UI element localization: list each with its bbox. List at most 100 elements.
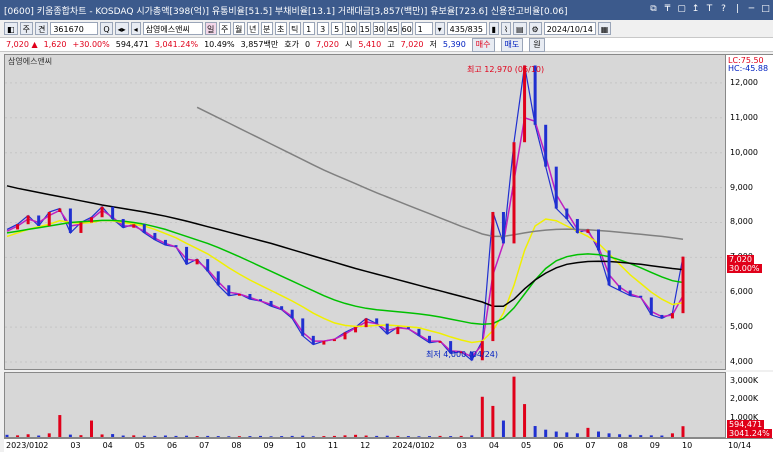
date-tick-label: 05 — [134, 441, 145, 450]
frame-icon[interactable]: ▢ — [676, 3, 687, 15]
volume-bar — [533, 426, 537, 437]
type-select[interactable]: 견 — [34, 22, 49, 35]
ask-price: 7,020 — [316, 40, 339, 49]
candle — [290, 309, 294, 319]
candle — [491, 212, 495, 342]
minute-30[interactable]: 30 — [372, 22, 385, 35]
volume-chart[interactable] — [4, 372, 726, 438]
period-tick[interactable]: 틱 — [288, 22, 301, 35]
count-input[interactable]: 1 — [414, 22, 433, 35]
date-tick-label: 06 — [553, 441, 564, 450]
calendar-icon[interactable]: ▦ — [597, 22, 612, 35]
minute-10[interactable]: 10 — [344, 22, 357, 35]
volume-axis: 3,000K 2,000K 1,000K 594,471 3041.24% — [726, 372, 773, 438]
quote-value: 0 — [304, 40, 311, 49]
date-tick-label: 02 — [38, 441, 49, 450]
period-week[interactable]: 주 — [218, 22, 231, 35]
help-icon[interactable]: ? — [718, 3, 729, 15]
top-icon[interactable]: ↥ — [690, 3, 701, 15]
price-change-pct: +30.00% — [72, 40, 110, 49]
candle — [396, 327, 400, 335]
gear-icon[interactable]: ⚙ — [528, 22, 542, 35]
date-tick-label: 04 — [102, 441, 113, 450]
current-pct-tag: 30.00% — [727, 264, 762, 273]
stock-name-field[interactable]: 삼영에스앤씨 — [142, 22, 203, 35]
speaker-icon[interactable]: ◂▸ — [114, 22, 129, 35]
series-ma240 — [196, 106, 684, 240]
candle — [639, 295, 643, 298]
pin-icon[interactable]: ₸ — [662, 3, 673, 15]
period-second[interactable]: 초 — [274, 22, 287, 35]
period-minute[interactable]: 분 — [260, 22, 273, 35]
volume-bar — [259, 435, 262, 437]
volume-bar — [491, 405, 495, 437]
quote-label: 호가 — [284, 40, 299, 49]
volume-bar — [343, 435, 347, 437]
dropdown-icon[interactable]: ▾ — [434, 22, 445, 35]
period-day[interactable]: 일 — [204, 22, 217, 35]
candle — [364, 318, 368, 328]
chart-title: 삼영에스앤씨 — [8, 57, 53, 66]
minute-3[interactable]: 3 — [316, 22, 329, 35]
volume-bar — [554, 431, 558, 437]
volume-bar — [121, 435, 125, 437]
buy-button[interactable]: 매수 — [471, 37, 495, 52]
candle — [501, 212, 505, 244]
sell-button[interactable]: 매도 — [500, 37, 524, 52]
series-ma120 — [6, 185, 684, 307]
minute-5[interactable]: 5 — [330, 22, 343, 35]
prev-icon[interactable]: ◂ — [130, 22, 141, 35]
candle — [417, 328, 421, 336]
candle — [586, 229, 590, 233]
font-icon[interactable]: T — [704, 3, 715, 15]
price-tick-label: 11,000 — [730, 112, 758, 122]
price-tick-label: 4,000 — [730, 357, 753, 367]
current-volume-tag: 594,471 — [727, 420, 765, 429]
minute-15[interactable]: 15 — [358, 22, 371, 35]
minute-45[interactable]: 45 — [386, 22, 399, 35]
search-icon[interactable]: Q — [100, 22, 113, 35]
volume-bar — [153, 435, 157, 437]
low-annotation: 최저 4,000 (04/24) — [426, 350, 499, 359]
window-titlebar: [0600] 키움종합차트 - KOSDAQ 시가총액[398(억)] 유통비율… — [0, 0, 773, 20]
volume-bar — [195, 436, 199, 437]
date-input[interactable]: 2024/10/14 — [543, 22, 596, 35]
candle — [259, 299, 262, 301]
range-field[interactable]: 435/835 — [446, 22, 487, 35]
date-tick-label: 08 — [617, 441, 628, 450]
candle — [438, 341, 442, 343]
price-chart[interactable]: 삼영에스앤씨 최고 12,970 (06/10) 최저 4,000 (04/24… — [4, 54, 726, 370]
date-tick-label: 03 — [70, 441, 81, 450]
volume-tick-label: 2,000K — [730, 394, 759, 404]
line-icon[interactable]: ⌇ — [501, 22, 511, 35]
mode-select[interactable]: 주 — [19, 22, 33, 35]
code-input[interactable]: 361670 — [50, 22, 99, 35]
period-month[interactable]: 월 — [232, 22, 245, 35]
volume-bar — [90, 420, 93, 437]
minute-1[interactable]: 1 — [302, 22, 315, 35]
date-tick-label: 07 — [199, 441, 210, 450]
extra-button[interactable]: 원 — [529, 37, 545, 52]
date-tick-label: 02 — [424, 441, 435, 450]
volume-bar — [406, 436, 410, 437]
series-close — [6, 65, 684, 362]
minute-60[interactable]: 60 — [400, 22, 413, 35]
volume-bar — [364, 435, 368, 437]
candle — [153, 232, 157, 240]
volume-bar — [216, 436, 220, 437]
minimize-icon[interactable]: ─ — [746, 3, 757, 15]
volume-bar — [100, 434, 104, 437]
layout-icon[interactable]: ◧ — [4, 22, 18, 35]
candle — [47, 212, 51, 226]
current-price-tag: 7,020 — [727, 255, 754, 264]
current-price: 7,020 ▲ — [6, 40, 38, 49]
restore-icon[interactable]: ⧉ — [648, 3, 659, 15]
candle-icon[interactable]: ▮ — [488, 22, 500, 35]
save-icon[interactable]: ▤ — [512, 22, 527, 35]
period-year[interactable]: 년 — [246, 22, 259, 35]
price-axis: LC:75.50 HC:-45.88 12,000 11,000 10,000 9,0… — [726, 54, 773, 370]
candle — [660, 314, 664, 319]
maximize-icon[interactable]: □ — [760, 3, 771, 15]
open-label: 시 — [344, 40, 353, 49]
candle — [332, 339, 336, 342]
